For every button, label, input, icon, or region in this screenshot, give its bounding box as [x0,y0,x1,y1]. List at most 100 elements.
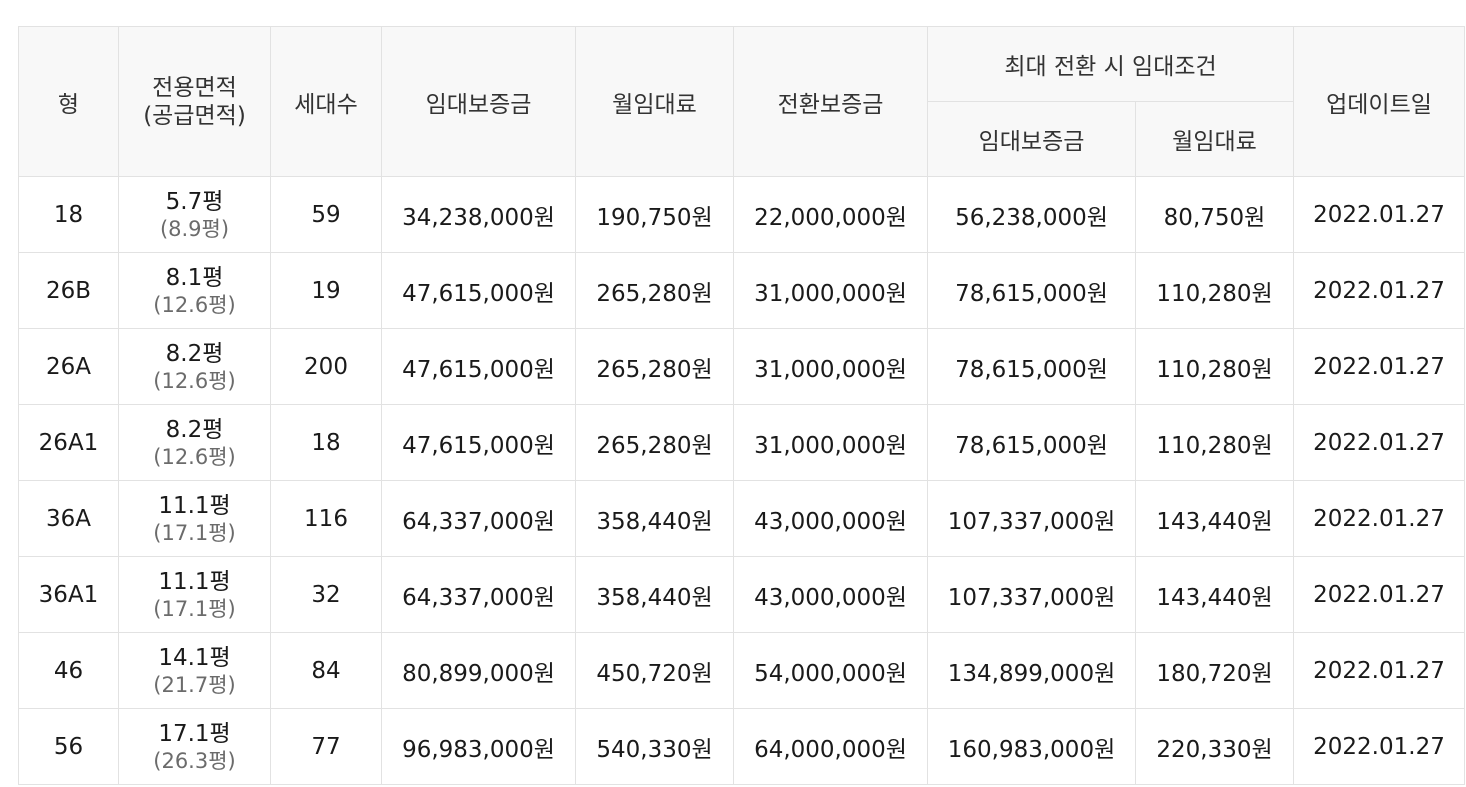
cell-area: 5.7평 (8.9평) [118,176,271,253]
cell-max-deposit: 107,337,000원 [927,556,1136,633]
cell-type: 26A1 [18,404,119,481]
header-deposit: 임대보증금 [381,26,576,177]
cell-area-exclusive: 8.2평 [165,340,224,367]
cell-area-supply: (21.7평) [153,672,236,697]
cell-max-monthly-rent: 110,280원 [1135,404,1294,481]
cell-type: 26A [18,328,119,405]
cell-households: 84 [270,632,382,709]
header-area-supply: (공급면적) [143,102,246,129]
cell-monthly-rent: 265,280원 [575,404,734,481]
cell-conversion-deposit: 54,000,000원 [733,632,928,709]
cell-monthly-rent: 358,440원 [575,556,734,633]
cell-area: 8.1평 (12.6평) [118,252,271,329]
cell-updated: 2022.01.27 [1293,708,1465,785]
cell-max-deposit: 134,899,000원 [927,632,1136,709]
cell-type: 26B [18,252,119,329]
cell-deposit: 64,337,000원 [381,556,576,633]
cell-conversion-deposit: 31,000,000원 [733,328,928,405]
cell-updated: 2022.01.27 [1293,252,1465,329]
cell-area: 8.2평 (12.6평) [118,404,271,481]
cell-max-deposit: 56,238,000원 [927,176,1136,253]
cell-area: 17.1평 (26.3평) [118,708,271,785]
cell-deposit: 47,615,000원 [381,328,576,405]
cell-max-monthly-rent: 80,750원 [1135,176,1294,253]
table-row: 56 17.1평 (26.3평) 77 96,983,000원 540,330원… [18,708,1465,785]
cell-type: 36A [18,480,119,557]
table-row: 18 5.7평 (8.9평) 59 34,238,000원 190,750원 2… [18,176,1465,253]
cell-max-deposit: 78,615,000원 [927,404,1136,481]
cell-type: 18 [18,176,119,253]
cell-area-supply: (8.9평) [159,216,230,241]
cell-updated: 2022.01.27 [1293,632,1465,709]
cell-max-monthly-rent: 110,280원 [1135,252,1294,329]
cell-households: 59 [270,176,382,253]
cell-households: 200 [270,328,382,405]
header-type: 형 [18,26,119,177]
cell-monthly-rent: 265,280원 [575,328,734,405]
cell-area-exclusive: 11.1평 [158,492,231,519]
cell-deposit: 34,238,000원 [381,176,576,253]
cell-monthly-rent: 450,720원 [575,632,734,709]
cell-area-supply: (17.1평) [153,596,236,621]
table-row: 26B 8.1평 (12.6평) 19 47,615,000원 265,280원… [18,252,1465,329]
cell-deposit: 64,337,000원 [381,480,576,557]
table-row: 26A1 8.2평 (12.6평) 18 47,615,000원 265,280… [18,404,1465,481]
cell-monthly-rent: 540,330원 [575,708,734,785]
cell-max-monthly-rent: 143,440원 [1135,480,1294,557]
cell-area-exclusive: 8.2평 [165,416,224,443]
table-row: 36A 11.1평 (17.1평) 116 64,337,000원 358,44… [18,480,1465,557]
cell-max-monthly-rent: 143,440원 [1135,556,1294,633]
cell-households: 116 [270,480,382,557]
header-max-monthly-rent: 월임대료 [1135,101,1294,177]
cell-conversion-deposit: 31,000,000원 [733,404,928,481]
cell-monthly-rent: 358,440원 [575,480,734,557]
table-header: 형 전용면적 (공급면적) 세대수 임대보증금 월임대료 전환보증금 최대 전환… [18,26,1465,177]
cell-area-exclusive: 5.7평 [165,188,224,215]
cell-max-deposit: 107,337,000원 [927,480,1136,557]
cell-monthly-rent: 265,280원 [575,252,734,329]
cell-deposit: 47,615,000원 [381,404,576,481]
cell-area: 8.2평 (12.6평) [118,328,271,405]
cell-area: 11.1평 (17.1평) [118,480,271,557]
header-area-exclusive: 전용면적 [152,74,237,101]
cell-updated: 2022.01.27 [1293,480,1465,557]
cell-area-exclusive: 14.1평 [158,644,231,671]
header-area: 전용면적 (공급면적) [118,26,271,177]
cell-conversion-deposit: 43,000,000원 [733,480,928,557]
cell-area: 14.1평 (21.7평) [118,632,271,709]
cell-deposit: 96,983,000원 [381,708,576,785]
cell-max-deposit: 78,615,000원 [927,328,1136,405]
cell-type: 56 [18,708,119,785]
cell-households: 18 [270,404,382,481]
cell-households: 32 [270,556,382,633]
cell-area-exclusive: 17.1평 [158,720,231,747]
header-max-conversion-group: 최대 전환 시 임대조건 [927,26,1294,102]
cell-updated: 2022.01.27 [1293,328,1465,405]
table-row: 36A1 11.1평 (17.1평) 32 64,337,000원 358,44… [18,556,1465,633]
cell-area-supply: (17.1평) [153,520,236,545]
cell-type: 46 [18,632,119,709]
header-conversion-deposit: 전환보증금 [733,26,928,177]
header-max-deposit: 임대보증금 [927,101,1136,177]
cell-conversion-deposit: 22,000,000원 [733,176,928,253]
cell-households: 77 [270,708,382,785]
cell-max-deposit: 160,983,000원 [927,708,1136,785]
cell-updated: 2022.01.27 [1293,556,1465,633]
header-households: 세대수 [270,26,382,177]
cell-updated: 2022.01.27 [1293,404,1465,481]
table-body: 18 5.7평 (8.9평) 59 34,238,000원 190,750원 2… [18,176,1465,785]
rental-table-container: 형 전용면적 (공급면적) 세대수 임대보증금 월임대료 전환보증금 최대 전환… [18,26,1465,785]
table-row: 26A 8.2평 (12.6평) 200 47,615,000원 265,280… [18,328,1465,405]
header-monthly-rent: 월임대료 [575,26,734,177]
cell-type: 36A1 [18,556,119,633]
cell-households: 19 [270,252,382,329]
cell-conversion-deposit: 43,000,000원 [733,556,928,633]
cell-conversion-deposit: 64,000,000원 [733,708,928,785]
cell-area-supply: (12.6평) [153,292,236,317]
cell-max-monthly-rent: 180,720원 [1135,632,1294,709]
cell-deposit: 47,615,000원 [381,252,576,329]
header-updated: 업데이트일 [1293,26,1465,177]
cell-area-exclusive: 8.1평 [165,264,224,291]
cell-max-deposit: 78,615,000원 [927,252,1136,329]
cell-area-supply: (12.6평) [153,368,236,393]
